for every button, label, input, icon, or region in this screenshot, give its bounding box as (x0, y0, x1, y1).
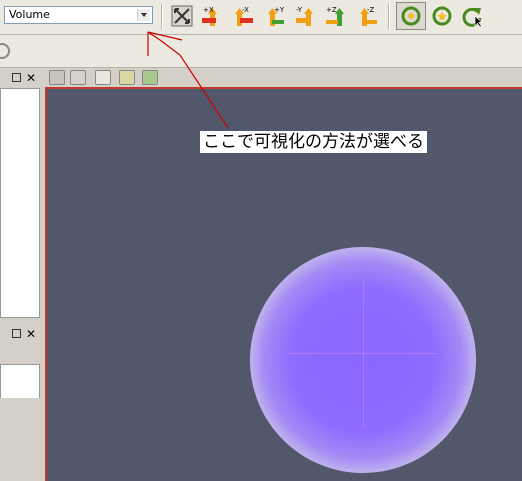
spreadsheet-icon[interactable] (95, 70, 111, 85)
view-plus-z-button[interactable]: +Z (324, 4, 348, 28)
center-axis-vertical (363, 279, 364, 429)
view-minus-z-label: -Z (367, 6, 375, 14)
toolbar-separator (388, 4, 390, 30)
secondary-toolbar (0, 35, 522, 68)
rotate-center-button[interactable] (396, 2, 426, 30)
circle-icon[interactable] (0, 43, 10, 59)
representation-value: Volume (9, 8, 50, 21)
close-icon[interactable]: ✕ (26, 70, 36, 86)
panel-titlebar: ✕ (0, 326, 40, 344)
float-icon[interactable] (12, 329, 21, 338)
center-axis-horizontal (287, 353, 437, 354)
select-icon[interactable] (70, 70, 86, 85)
panel-titlebar: ✕ (0, 70, 40, 88)
annotation-label: ここで可視化の方法が選べる (200, 131, 427, 153)
axis-arrows-icon: -Z (360, 6, 377, 26)
chevron-down-icon (137, 9, 150, 21)
rotate-view-icon (462, 7, 483, 28)
main-toolbar: Volume +X -X +Y -Y +Z -Z (0, 0, 522, 35)
view-minus-x-button[interactable]: -X (231, 4, 255, 28)
left-dock: ✕ ✕ (0, 68, 43, 481)
view-minus-z-button[interactable]: -Z (355, 4, 379, 28)
view-plus-z-label: +Z (326, 6, 337, 14)
axis-arrows-icon: -Y (296, 6, 313, 26)
axis-arrows-icon: +X (202, 6, 217, 26)
axis-arrows-icon: +Z (326, 6, 344, 26)
pick-center-button[interactable] (430, 4, 454, 28)
float-icon[interactable] (12, 73, 21, 82)
representation-combo[interactable]: Volume (4, 6, 153, 24)
axis-arrows-icon: +Y (268, 6, 285, 26)
capture-icon[interactable] (49, 70, 65, 85)
rotate-view-button[interactable] (460, 4, 484, 28)
pick-center-icon (432, 6, 452, 26)
view-plus-y-button[interactable]: +Y (262, 4, 286, 28)
reset-camera-button[interactable] (170, 4, 194, 28)
view-minus-y-label: -Y (296, 6, 303, 14)
view-plus-y-label: +Y (274, 6, 285, 14)
close-icon[interactable]: ✕ (26, 326, 36, 342)
view-plus-x-label: +X (203, 6, 214, 14)
frustum-icon[interactable] (142, 70, 158, 85)
view-plus-x-button[interactable]: +X (200, 4, 224, 28)
toolbar-separator (161, 4, 163, 30)
rotate-center-icon (401, 6, 421, 26)
view-minus-x-label: -X (242, 6, 249, 14)
axis-arrows-icon: -X (235, 6, 253, 26)
selection-icon[interactable] (119, 70, 135, 85)
view-minus-y-button[interactable]: -Y (294, 4, 318, 28)
properties-panel[interactable] (0, 364, 40, 398)
view-toolbar (45, 68, 522, 87)
pipeline-browser-panel[interactable] (0, 88, 40, 318)
reset-camera-icon (171, 5, 193, 27)
